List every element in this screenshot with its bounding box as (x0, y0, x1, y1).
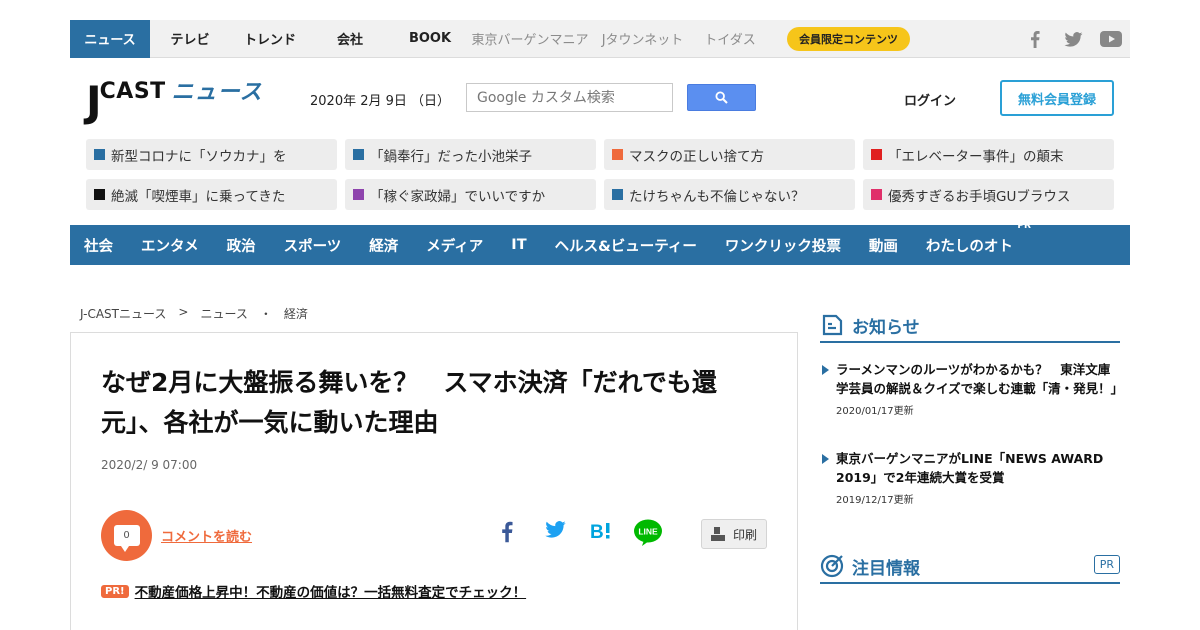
top-tab-j-town-net[interactable]: Jタウンネット (590, 20, 695, 58)
pr-label: PR (1093, 555, 1120, 574)
category-watashi-no-oto[interactable]: わたしのオト PR (925, 221, 1031, 256)
topic-item[interactable]: 「エレベーター事件」の顛末 (863, 139, 1114, 170)
category-health-beauty[interactable]: ヘルス&ビューティー (555, 235, 697, 256)
top-tab-tv[interactable]: テレビ (150, 20, 230, 58)
breadcrumb-separator: ・ (259, 307, 272, 321)
trending-topics: 新型コロナに「ソウカナ」を 「鍋奉行」だった小池栄子 マスクの正しい捨て方 「エ… (86, 139, 1114, 210)
twitter-share-icon[interactable] (545, 521, 566, 538)
comment-count-button[interactable]: 0 (101, 510, 152, 561)
search-button[interactable] (687, 84, 756, 111)
topic-item[interactable]: 優秀すぎるお手頃GUブラウス (863, 179, 1114, 210)
notice-updated: 2020/01/17更新 (836, 406, 914, 417)
facebook-icon[interactable] (1016, 20, 1054, 58)
print-button[interactable]: 印刷 (701, 519, 767, 549)
breadcrumb: J-CASTニュース > ニュース ・ 経済 (80, 305, 320, 322)
category-politics[interactable]: 政治 (227, 235, 256, 256)
topic-item[interactable]: 絶滅「喫煙車」に乗ってきた (86, 179, 337, 210)
article-card: なぜ2月に大盤振る舞いを？ スマホ決済「だれでも還元」、各社が一気に動いた理由 … (70, 332, 798, 630)
topic-item[interactable]: たけちゃんも不倫じゃない？ (604, 179, 855, 210)
notice-header: お知らせ (820, 309, 1120, 343)
topic-color-marker (612, 189, 623, 200)
notice-item[interactable]: ラーメンマンのルーツがわかるかも？ 東洋文庫学芸員の解説＆クイズで楽しむ連載「清… (822, 360, 1124, 417)
category-society[interactable]: 社会 (84, 235, 113, 256)
notice-title: お知らせ (852, 317, 920, 338)
topic-color-marker (612, 149, 623, 160)
notice-item[interactable]: 東京バーゲンマニアがLINE「NEWS AWARD 2019」で2年連続大賞を受… (822, 449, 1118, 506)
top-tab-news[interactable]: ニュース (70, 19, 150, 58)
topic-item[interactable]: 「稼ぐ家政婦」でいいですか (345, 179, 596, 210)
pr-ad-link[interactable]: 不動産価格上昇中！不動産の価値は？一括無料査定でチェック！ (135, 581, 527, 601)
category-nav: 社会 エンタメ 政治 スポーツ 経済 メディア IT ヘルス&ビューティー ワン… (70, 221, 1130, 265)
topic-color-marker (871, 189, 882, 200)
logo-news: ニュース (171, 80, 263, 105)
topic-color-marker (94, 189, 105, 200)
svg-text:LINE: LINE (638, 527, 658, 537)
article-date: 2020/2/ 9 07:00 (101, 458, 198, 472)
category-it[interactable]: IT (511, 237, 526, 253)
social-links (1016, 20, 1130, 58)
read-comments-link[interactable]: コメントを読む (161, 526, 252, 545)
category-label: わたしのオト (925, 238, 1013, 255)
target-icon (820, 554, 844, 578)
youtube-icon[interactable] (1092, 20, 1130, 58)
current-date: 2020年 2月 9日 （日） (310, 94, 451, 109)
top-tab-company[interactable]: 会社 (310, 20, 390, 58)
twitter-icon[interactable] (1054, 20, 1092, 58)
breadcrumb-separator: > (178, 305, 189, 319)
topic-color-marker (94, 149, 105, 160)
site-logo[interactable]: J CAST ニュース (86, 78, 263, 123)
topic-color-marker (353, 189, 364, 200)
print-label: 印刷 (732, 527, 757, 542)
signup-button[interactable]: 無料会員登録 (1000, 80, 1114, 116)
top-tab-bargain-mania[interactable]: 東京バーゲンマニア (470, 20, 590, 58)
line-share-icon[interactable]: LINE (633, 519, 663, 547)
arrow-right-icon (822, 365, 829, 375)
svg-text:B: B (590, 522, 604, 541)
hatena-bookmark-icon[interactable]: B (590, 521, 614, 541)
logo-cast: CAST (99, 79, 166, 104)
category-media[interactable]: メディア (426, 235, 483, 256)
search-icon (715, 91, 728, 104)
printer-icon (710, 527, 725, 541)
attention-header: 注目情報 PR (820, 550, 1120, 584)
top-tab-trend[interactable]: トレンド (230, 20, 310, 58)
breadcrumb-home[interactable]: J-CASTニュース (80, 305, 166, 322)
topic-color-marker (871, 149, 882, 160)
pr-label: PR (1017, 220, 1031, 231)
notice-text: ラーメンマンのルーツがわかるかも？ 東洋文庫学芸員の解説＆クイズで楽しむ連載「清… (836, 362, 1124, 396)
notice-icon (822, 314, 843, 336)
category-one-click-poll[interactable]: ワンクリック投票 (725, 235, 841, 256)
facebook-share-icon[interactable] (501, 521, 513, 543)
top-tab-book[interactable]: BOOK (390, 20, 470, 58)
notice-text: 東京バーゲンマニアがLINE「NEWS AWARD 2019」で2年連続大賞を受… (836, 451, 1104, 485)
topic-item[interactable]: 新型コロナに「ソウカナ」を (86, 139, 337, 170)
arrow-right-icon (822, 454, 829, 464)
category-entertainment[interactable]: エンタメ (141, 235, 199, 256)
breadcrumb-economy[interactable]: 経済 (284, 305, 308, 322)
comment-icon: 0 (113, 525, 140, 552)
member-content-pill[interactable]: 会員限定コンテンツ (787, 26, 910, 51)
attention-title: 注目情報 (852, 558, 920, 579)
category-sports[interactable]: スポーツ (284, 235, 342, 256)
notice-updated: 2019/12/17更新 (836, 495, 914, 506)
category-economy[interactable]: 経済 (369, 235, 398, 256)
topic-color-marker (353, 149, 364, 160)
login-link[interactable]: ログイン (904, 90, 956, 109)
pr-badge: PR! (101, 584, 129, 598)
category-video[interactable]: 動画 (869, 235, 898, 256)
top-tab-toidasu[interactable]: トイダス (695, 20, 765, 58)
comment-count: 0 (123, 530, 130, 541)
topic-item[interactable]: 「鍋奉行」だった小池栄子 (345, 139, 596, 170)
top-nav-bar: ニュース テレビ トレンド 会社 BOOK 東京バーゲンマニア Jタウンネット … (70, 19, 1130, 58)
pr-ad-line: PR! 不動産価格上昇中！不動産の価値は？一括無料査定でチェック！ (101, 581, 526, 601)
article-title: なぜ2月に大盤振る舞いを？ スマホ決済「だれでも還元」、各社が一気に動いた理由 (101, 368, 717, 437)
search-input[interactable] (466, 83, 673, 112)
breadcrumb-news[interactable]: ニュース (200, 305, 247, 322)
topic-item[interactable]: マスクの正しい捨て方 (604, 139, 855, 170)
